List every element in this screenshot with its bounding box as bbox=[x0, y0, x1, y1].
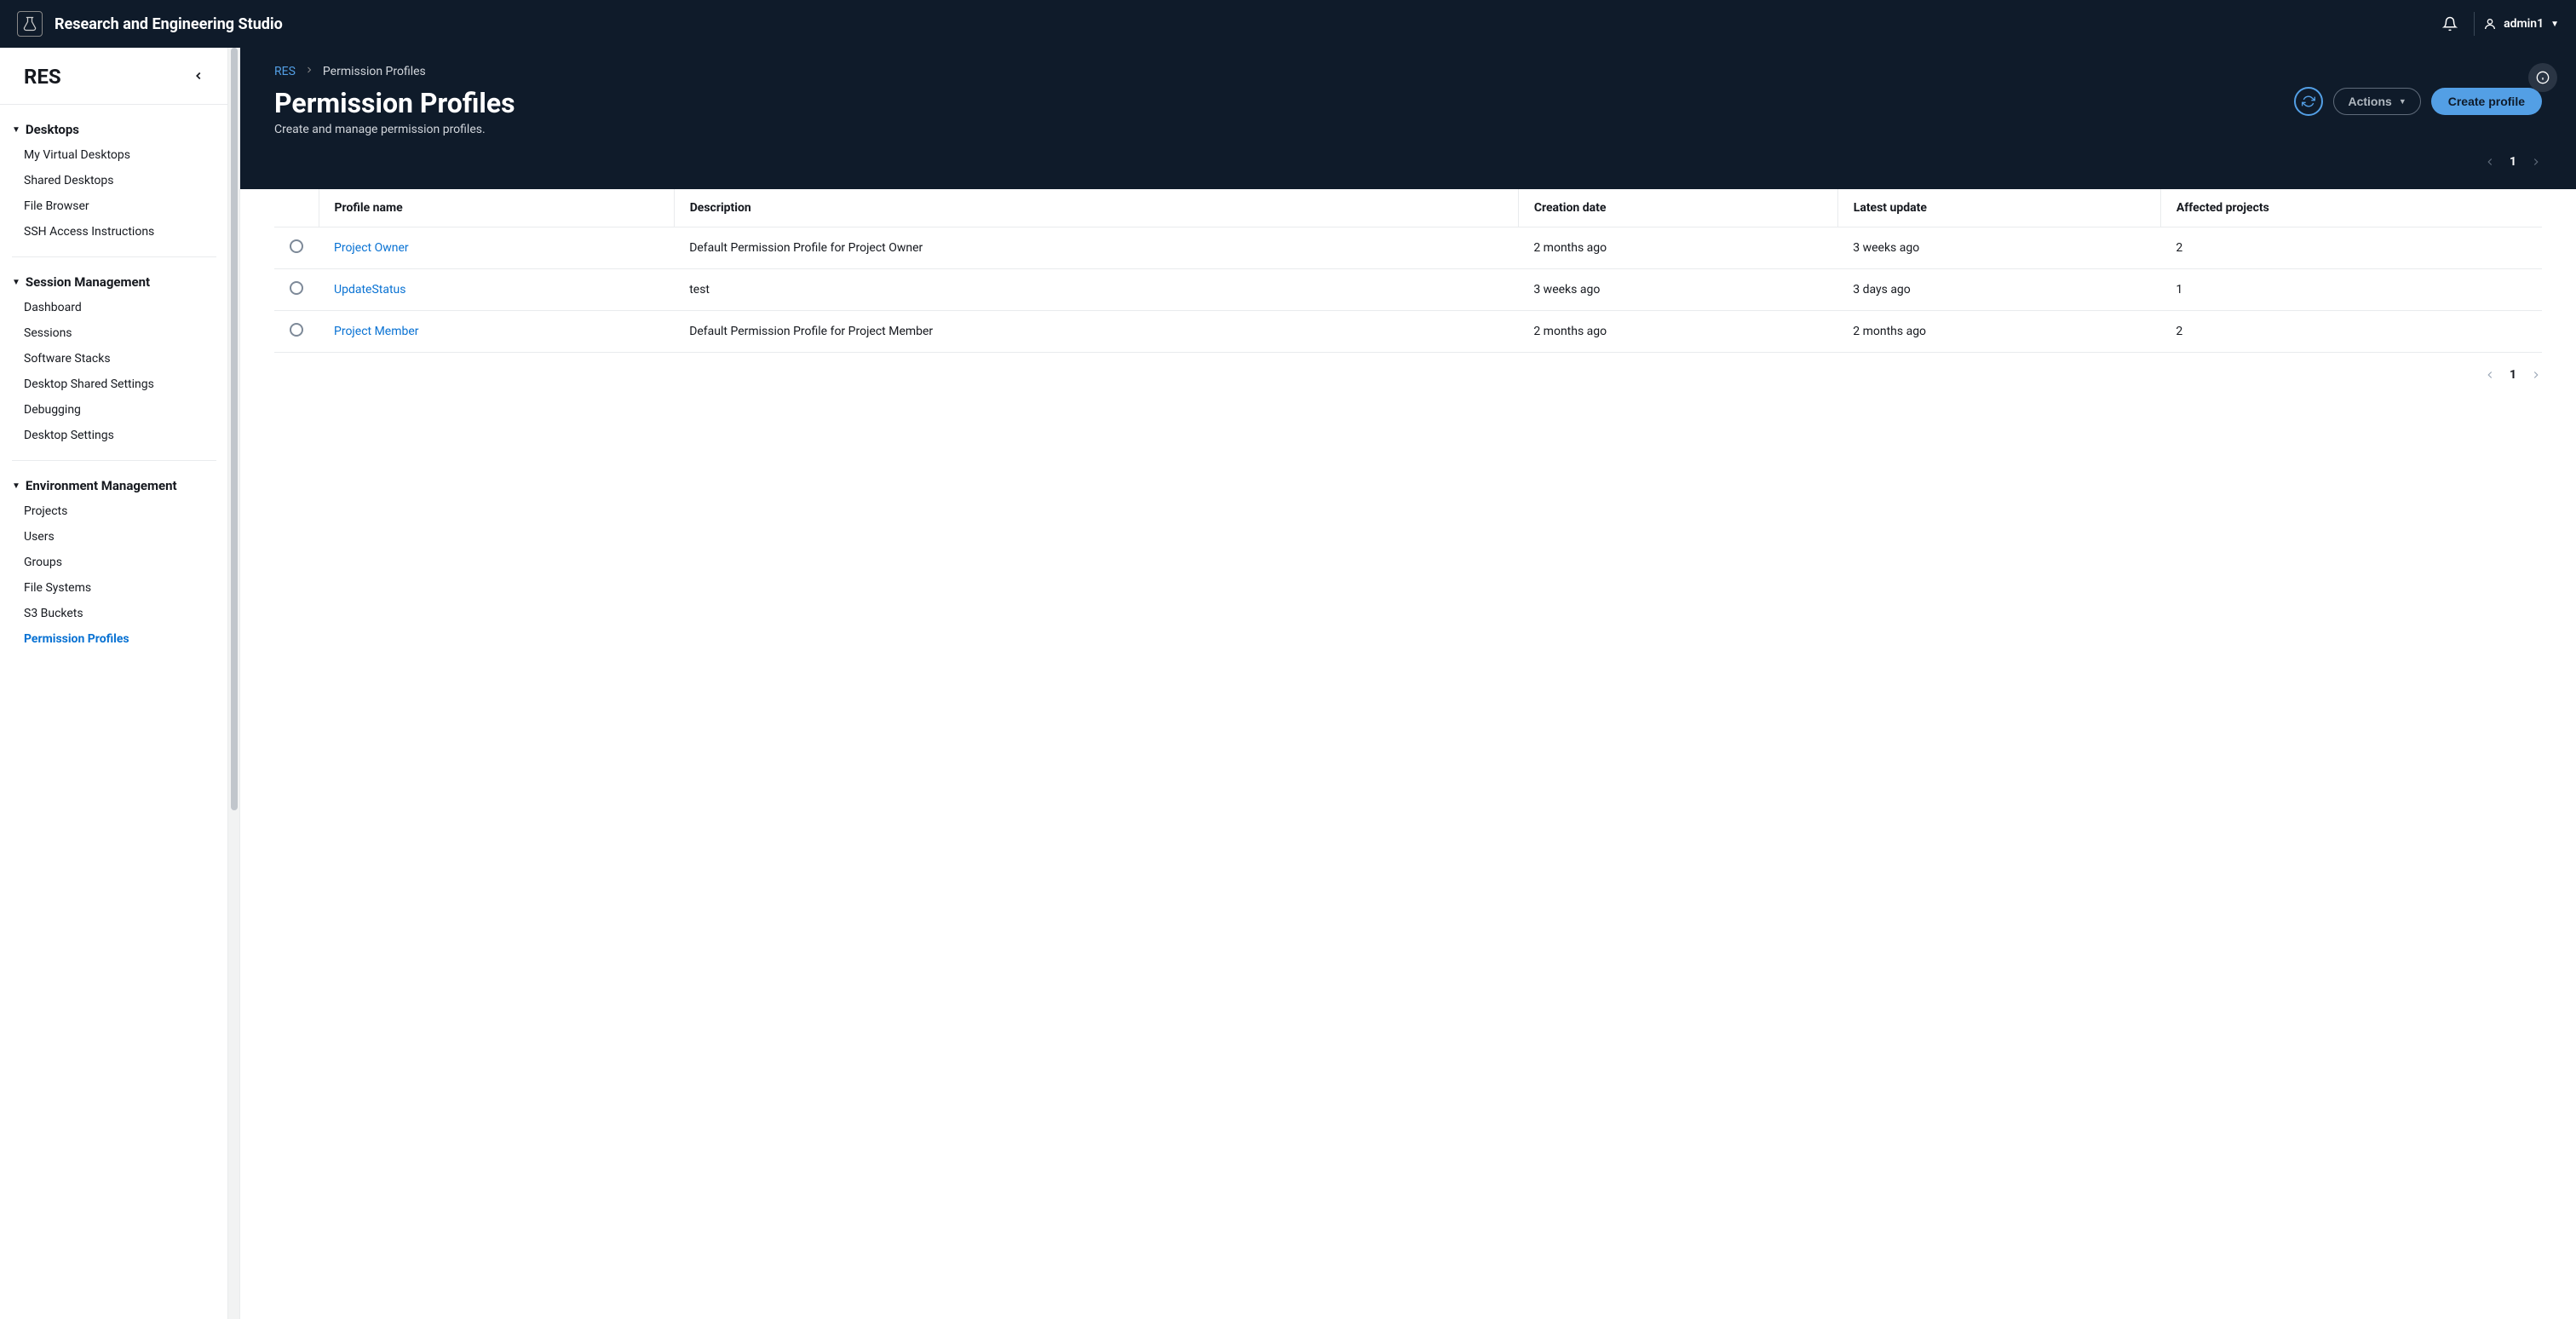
cell-updated: 3 weeks ago bbox=[1837, 228, 2160, 269]
sidebar-item-file-systems[interactable]: File Systems bbox=[12, 575, 216, 601]
section-desktops[interactable]: ▼ Desktops bbox=[12, 117, 216, 142]
page-subtitle: Create and manage permission profiles. bbox=[274, 123, 515, 136]
sidebar-item-debugging[interactable]: Debugging bbox=[12, 397, 216, 423]
header-actions: Actions ▼ Create profile bbox=[2294, 87, 2542, 116]
col-profile-name[interactable]: Profile name bbox=[319, 189, 674, 228]
cell-created: 2 months ago bbox=[1518, 311, 1837, 353]
sidebar-item-users[interactable]: Users bbox=[12, 524, 216, 550]
col-latest-update[interactable]: Latest update bbox=[1837, 189, 2160, 228]
section-session-management[interactable]: ▼ Session Management bbox=[12, 269, 216, 295]
sidebar-item-desktop-settings[interactable]: Desktop Settings bbox=[12, 423, 216, 448]
sidebar-item-permission-profiles[interactable]: Permission Profiles bbox=[12, 626, 216, 652]
user-icon bbox=[2483, 17, 2497, 31]
bell-icon bbox=[2442, 16, 2458, 32]
cell-description: test bbox=[674, 269, 1518, 311]
create-profile-button[interactable]: Create profile bbox=[2431, 88, 2542, 115]
user-menu[interactable]: admin1 ▼ bbox=[2483, 17, 2559, 31]
chevron-right-icon bbox=[304, 65, 314, 78]
caret-down-icon: ▼ bbox=[12, 278, 20, 287]
topbar: Research and Engineering Studio admin1 ▼ bbox=[0, 0, 2576, 48]
username: admin1 bbox=[2504, 17, 2544, 31]
row-select-radio[interactable] bbox=[290, 281, 303, 295]
pagination-bottom: 1 bbox=[240, 353, 2576, 397]
breadcrumb: RES Permission Profiles bbox=[274, 65, 2542, 78]
cell-updated: 3 days ago bbox=[1837, 269, 2160, 311]
next-page-button[interactable] bbox=[2530, 156, 2542, 168]
topbar-divider bbox=[2474, 12, 2475, 36]
cell-updated: 2 months ago bbox=[1837, 311, 2160, 353]
refresh-icon bbox=[2302, 95, 2315, 108]
page-header: RES Permission Profiles Permission Profi… bbox=[240, 48, 2576, 189]
sidebar-item-dashboard[interactable]: Dashboard bbox=[12, 295, 216, 320]
cell-description: Default Permission Profile for Project O… bbox=[674, 228, 1518, 269]
sidebar-item-desktop-shared-settings[interactable]: Desktop Shared Settings bbox=[12, 372, 216, 397]
page-title: Permission Profiles bbox=[274, 87, 515, 119]
cell-created: 3 weeks ago bbox=[1518, 269, 1837, 311]
breadcrumb-root[interactable]: RES bbox=[274, 65, 296, 78]
caret-down-icon: ▼ bbox=[12, 481, 20, 491]
notifications-button[interactable] bbox=[2435, 9, 2465, 39]
sidebar-scrollbar[interactable] bbox=[227, 48, 239, 1319]
prev-page-button[interactable] bbox=[2484, 369, 2496, 381]
page-number: 1 bbox=[2510, 368, 2516, 382]
sidebar-item-file-browser[interactable]: File Browser bbox=[12, 193, 216, 219]
sidebar-item-shared-desktops[interactable]: Shared Desktops bbox=[12, 168, 216, 193]
row-select-radio[interactable] bbox=[290, 239, 303, 253]
chevron-left-icon bbox=[193, 70, 204, 82]
sidebar-item-s3-buckets[interactable]: S3 Buckets bbox=[12, 601, 216, 626]
actions-dropdown[interactable]: Actions ▼ bbox=[2333, 88, 2420, 115]
profiles-table: Profile name Description Creation date L… bbox=[274, 189, 2542, 353]
col-description[interactable]: Description bbox=[674, 189, 1518, 228]
page-number: 1 bbox=[2510, 155, 2516, 169]
app-logo bbox=[17, 11, 43, 37]
profile-link[interactable]: Project Owner bbox=[334, 241, 409, 255]
col-affected-projects[interactable]: Affected projects bbox=[2160, 189, 2542, 228]
table-row: Project Owner Default Permission Profile… bbox=[274, 228, 2542, 269]
profile-link[interactable]: UpdateStatus bbox=[334, 283, 406, 297]
main-content: RES Permission Profiles Permission Profi… bbox=[240, 48, 2576, 1319]
caret-down-icon: ▼ bbox=[12, 125, 20, 135]
chevron-down-icon: ▼ bbox=[2399, 97, 2406, 106]
sidebar-item-software-stacks[interactable]: Software Stacks bbox=[12, 346, 216, 372]
cell-affected: 2 bbox=[2160, 228, 2542, 269]
next-page-button[interactable] bbox=[2530, 369, 2542, 381]
sidebar-item-sessions[interactable]: Sessions bbox=[12, 320, 216, 346]
collapse-sidebar-button[interactable] bbox=[193, 69, 204, 85]
cell-description: Default Permission Profile for Project M… bbox=[674, 311, 1518, 353]
cell-affected: 1 bbox=[2160, 269, 2542, 311]
breadcrumb-current: Permission Profiles bbox=[323, 65, 426, 78]
table-row: UpdateStatus test 3 weeks ago 3 days ago… bbox=[274, 269, 2542, 311]
refresh-button[interactable] bbox=[2294, 87, 2323, 116]
row-select-radio[interactable] bbox=[290, 323, 303, 337]
sidebar: RES ▼ Desktops My Virtual Desktops Share… bbox=[0, 48, 240, 1319]
section-environment-management[interactable]: ▼ Environment Management bbox=[12, 473, 216, 498]
info-button[interactable] bbox=[2528, 63, 2557, 92]
info-icon bbox=[2536, 71, 2550, 84]
sidebar-item-projects[interactable]: Projects bbox=[12, 498, 216, 524]
sidebar-item-my-virtual-desktops[interactable]: My Virtual Desktops bbox=[12, 142, 216, 168]
col-select bbox=[274, 189, 319, 228]
sidebar-item-groups[interactable]: Groups bbox=[12, 550, 216, 575]
sidebar-item-ssh-access[interactable]: SSH Access Instructions bbox=[12, 219, 216, 245]
app-title: Research and Engineering Studio bbox=[55, 15, 283, 33]
cell-affected: 2 bbox=[2160, 311, 2542, 353]
cell-created: 2 months ago bbox=[1518, 228, 1837, 269]
chevron-down-icon: ▼ bbox=[2550, 20, 2559, 29]
sidebar-title: RES bbox=[24, 65, 61, 89]
col-creation-date[interactable]: Creation date bbox=[1518, 189, 1837, 228]
pagination-top: 1 bbox=[274, 155, 2542, 169]
table-row: Project Member Default Permission Profil… bbox=[274, 311, 2542, 353]
profile-link[interactable]: Project Member bbox=[334, 325, 419, 338]
prev-page-button[interactable] bbox=[2484, 156, 2496, 168]
